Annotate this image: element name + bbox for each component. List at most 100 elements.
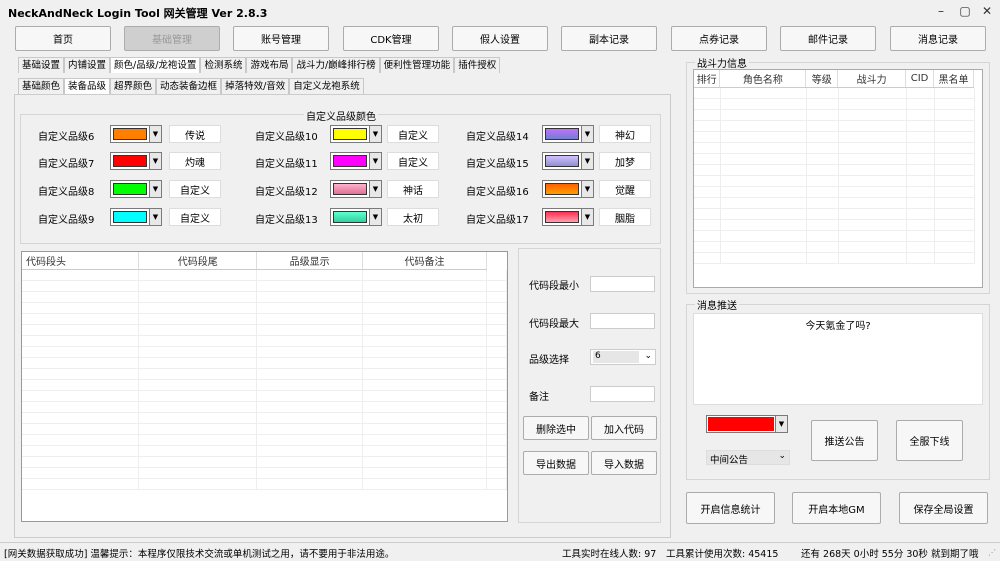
quality-name-input[interactable]: 自定义 bbox=[387, 125, 439, 143]
push-position-select[interactable]: 中间公告 ⌄ bbox=[706, 450, 790, 466]
table-row[interactable] bbox=[22, 434, 507, 446]
table-row[interactable] bbox=[694, 98, 975, 110]
kick-all-button[interactable]: 全服下线 bbox=[896, 420, 963, 461]
table-row[interactable] bbox=[22, 379, 507, 391]
nav-message-button[interactable]: 消息记录 bbox=[890, 26, 986, 51]
code-grid[interactable]: 代码段头 代码段尾 品级显示 代码备注 bbox=[21, 251, 508, 522]
table-row[interactable] bbox=[694, 164, 975, 176]
table-row[interactable] bbox=[22, 412, 507, 424]
table-row[interactable] bbox=[694, 219, 975, 231]
quality-color-combo[interactable]: ▼ bbox=[110, 152, 162, 170]
nav-cdk-button[interactable]: CDK管理 bbox=[343, 26, 439, 51]
quality-color-combo[interactable]: ▼ bbox=[110, 125, 162, 143]
table-row[interactable] bbox=[694, 197, 975, 209]
resize-grip-icon[interactable]: ⋰ bbox=[988, 548, 996, 557]
add-code-button[interactable]: 加入代码 bbox=[591, 416, 657, 440]
combat-col-cid[interactable]: CID bbox=[905, 70, 935, 88]
tab-plugin[interactable]: 插件授权 bbox=[454, 57, 501, 73]
export-data-button[interactable]: 导出数据 bbox=[523, 451, 589, 475]
nav-mail-button[interactable]: 邮件记录 bbox=[780, 26, 876, 51]
close-icon[interactable]: ✕ bbox=[978, 4, 996, 18]
table-row[interactable] bbox=[694, 208, 975, 220]
table-row[interactable] bbox=[694, 120, 975, 132]
table-row[interactable] bbox=[22, 478, 507, 490]
table-row[interactable] bbox=[694, 153, 975, 165]
table-row[interactable] bbox=[694, 131, 975, 143]
combat-col-level[interactable]: 等级 bbox=[805, 70, 839, 88]
quality-name-input[interactable]: 太初 bbox=[387, 208, 439, 226]
table-row[interactable] bbox=[22, 357, 507, 369]
nav-basic-button[interactable]: 基础管理 bbox=[124, 26, 220, 51]
tab-detection[interactable]: 检测系统 bbox=[200, 57, 247, 73]
table-row[interactable] bbox=[22, 456, 507, 468]
quality-color-combo[interactable]: ▼ bbox=[542, 152, 594, 170]
combat-grid[interactable]: 排行 角色名称 等级 战斗力 CID 黑名单 bbox=[693, 69, 983, 288]
table-row[interactable] bbox=[694, 252, 975, 264]
quality-color-combo[interactable]: ▼ bbox=[110, 208, 162, 226]
nav-dungeon-button[interactable]: 副本记录 bbox=[561, 26, 657, 51]
info-stats-button[interactable]: 开启信息统计 bbox=[686, 492, 775, 524]
quality-color-combo[interactable]: ▼ bbox=[542, 125, 594, 143]
combat-col-power[interactable]: 战斗力 bbox=[837, 70, 907, 88]
quality-name-input[interactable]: 传说 bbox=[169, 125, 221, 143]
push-message-textarea[interactable]: 今天氪金了吗? bbox=[693, 313, 983, 405]
code-grid-col-quality[interactable]: 品级显示 bbox=[256, 252, 364, 270]
tab-shop-settings[interactable]: 内铺设置 bbox=[64, 57, 111, 73]
quality-color-combo[interactable]: ▼ bbox=[330, 125, 382, 143]
table-row[interactable] bbox=[694, 142, 975, 154]
nav-bot-button[interactable]: 假人设置 bbox=[452, 26, 548, 51]
tab-ranking[interactable]: 战斗力/巅峰排行榜 bbox=[292, 57, 380, 73]
code-grid-col-tail[interactable]: 代码段尾 bbox=[138, 252, 258, 270]
quality-color-combo[interactable]: ▼ bbox=[542, 180, 594, 198]
tab-equip-quality[interactable]: 装备品级 bbox=[64, 78, 111, 94]
push-color-combo[interactable]: ▼ bbox=[706, 415, 788, 433]
code-min-input[interactable] bbox=[590, 276, 655, 292]
local-gm-button[interactable]: 开启本地GM bbox=[792, 492, 881, 524]
nav-coupon-button[interactable]: 点券记录 bbox=[671, 26, 767, 51]
table-row[interactable] bbox=[694, 230, 975, 242]
tab-color-quality[interactable]: 颜色/品级/龙袍设置 bbox=[110, 57, 201, 73]
tab-custom-robe[interactable]: 自定义龙袍系统 bbox=[289, 78, 364, 94]
table-row[interactable] bbox=[22, 346, 507, 358]
table-row[interactable] bbox=[22, 467, 507, 479]
quality-name-input[interactable]: 灼魂 bbox=[169, 152, 221, 170]
table-row[interactable] bbox=[22, 269, 507, 281]
table-row[interactable] bbox=[694, 109, 975, 121]
push-notice-button[interactable]: 推送公告 bbox=[811, 420, 878, 461]
maximize-icon[interactable]: ▢ bbox=[956, 4, 974, 18]
import-data-button[interactable]: 导入数据 bbox=[591, 451, 657, 475]
code-max-input[interactable] bbox=[590, 313, 655, 329]
tab-basic-color[interactable]: 基础颜色 bbox=[18, 78, 65, 94]
tab-drop-effect[interactable]: 掉落特效/音效 bbox=[221, 78, 290, 94]
tab-over-color[interactable]: 超界颜色 bbox=[110, 78, 157, 94]
table-row[interactable] bbox=[22, 423, 507, 435]
quality-name-input[interactable]: 加梦 bbox=[599, 152, 651, 170]
table-row[interactable] bbox=[694, 87, 975, 99]
quality-name-input[interactable]: 自定义 bbox=[169, 180, 221, 198]
quality-color-combo[interactable]: ▼ bbox=[330, 208, 382, 226]
table-row[interactable] bbox=[22, 313, 507, 325]
table-row[interactable] bbox=[22, 390, 507, 402]
quality-name-input[interactable]: 自定义 bbox=[169, 208, 221, 226]
nav-account-button[interactable]: 账号管理 bbox=[233, 26, 329, 51]
table-row[interactable] bbox=[22, 291, 507, 303]
minimize-icon[interactable]: – bbox=[932, 4, 950, 18]
code-grid-col-head[interactable]: 代码段头 bbox=[22, 252, 140, 270]
tab-basic-settings[interactable]: 基础设置 bbox=[18, 57, 65, 73]
quality-name-input[interactable]: 神幻 bbox=[599, 125, 651, 143]
table-row[interactable] bbox=[694, 186, 975, 198]
combat-col-name[interactable]: 角色名称 bbox=[719, 70, 807, 88]
quality-color-combo[interactable]: ▼ bbox=[330, 152, 382, 170]
save-global-button[interactable]: 保存全局设置 bbox=[899, 492, 988, 524]
quality-select[interactable]: 6 ⌄ bbox=[590, 349, 656, 365]
table-row[interactable] bbox=[694, 241, 975, 253]
quality-name-input[interactable]: 神话 bbox=[387, 180, 439, 198]
combat-col-rank[interactable]: 排行 bbox=[694, 70, 721, 88]
quality-color-combo[interactable]: ▼ bbox=[110, 180, 162, 198]
note-input[interactable] bbox=[590, 386, 655, 402]
quality-color-combo[interactable]: ▼ bbox=[542, 208, 594, 226]
quality-color-combo[interactable]: ▼ bbox=[330, 180, 382, 198]
quality-name-input[interactable]: 胭脂 bbox=[599, 208, 651, 226]
table-row[interactable] bbox=[22, 368, 507, 380]
table-row[interactable] bbox=[694, 175, 975, 187]
